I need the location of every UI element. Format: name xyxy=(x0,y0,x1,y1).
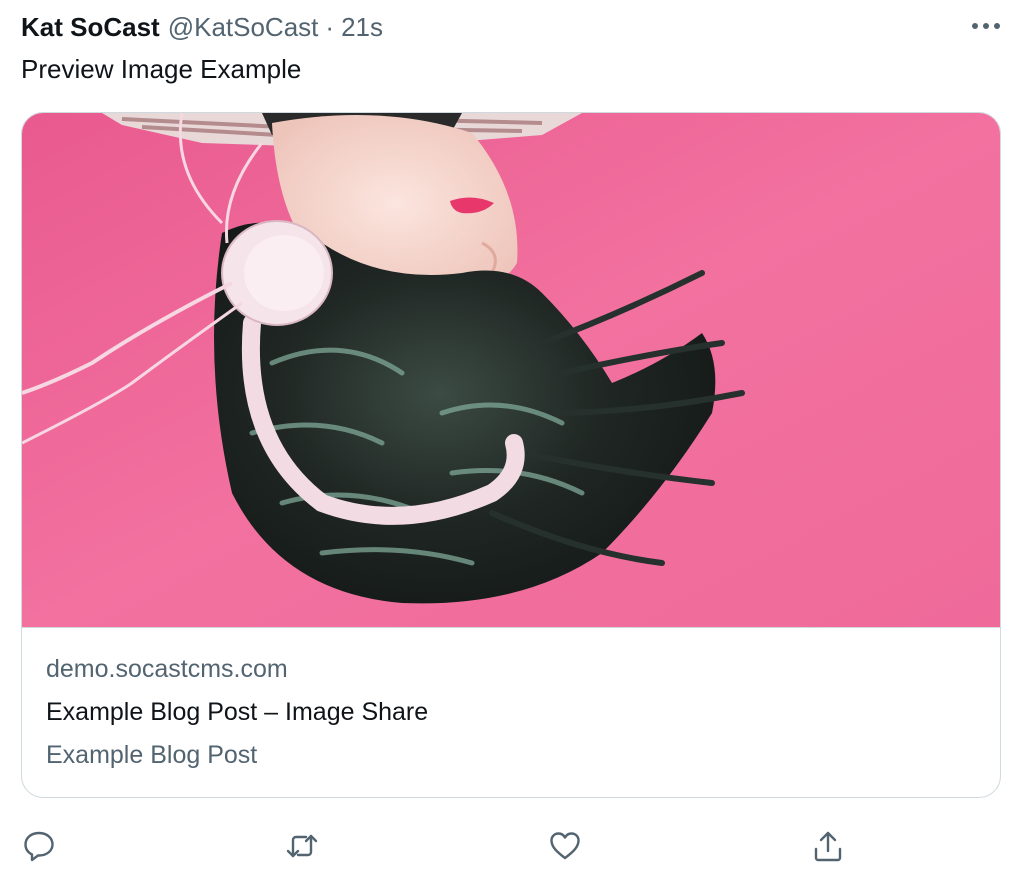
timestamp[interactable]: 21s xyxy=(341,12,383,43)
preview-photo xyxy=(22,113,1000,627)
retweet-icon xyxy=(286,834,318,858)
card-domain: demo.socastcms.com xyxy=(46,655,288,683)
tweet-text: Preview Image Example xyxy=(21,54,302,84)
tweet-action-bar xyxy=(0,826,1024,866)
author-name[interactable]: Kat SoCast xyxy=(21,12,160,43)
card-title: Example Blog Post – Image Share xyxy=(46,698,429,726)
separator-dot: · xyxy=(325,11,335,42)
more-button[interactable] xyxy=(968,10,1004,42)
like-button[interactable] xyxy=(545,826,585,866)
retweet-button[interactable] xyxy=(282,826,322,866)
more-horizontal-icon xyxy=(972,23,1000,29)
share-icon xyxy=(814,831,842,862)
share-button[interactable] xyxy=(808,826,848,866)
tweet-header: Kat SoCast @KatSoCast · 21s xyxy=(21,8,383,46)
link-preview-card[interactable]: demo.socastcms.com Example Blog Post – I… xyxy=(21,112,1001,798)
card-divider xyxy=(22,627,1000,628)
reply-button[interactable] xyxy=(19,826,59,866)
reply-icon xyxy=(24,831,54,862)
like-icon xyxy=(550,832,580,860)
card-description: Example Blog Post xyxy=(46,741,258,769)
author-handle[interactable]: @KatSoCast xyxy=(168,12,319,43)
